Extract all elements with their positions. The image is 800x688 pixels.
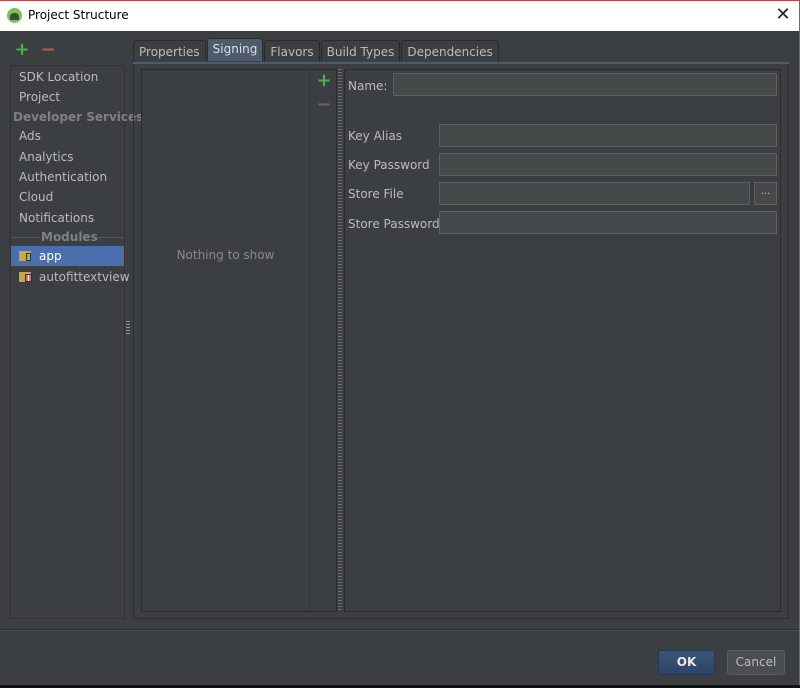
tab-properties[interactable]: Properties <box>133 40 206 62</box>
close-icon[interactable]: ✕ <box>772 5 794 27</box>
tab-dependencies[interactable]: Dependencies <box>401 40 499 62</box>
key-alias-input[interactable] <box>439 124 777 147</box>
developer-services-header: Developer Services <box>13 110 144 124</box>
sidebar-item-analytics[interactable]: Analytics <box>11 147 124 167</box>
sidebar-item-project[interactable]: Project <box>11 87 124 107</box>
sidebar-splitter-handle[interactable] <box>126 321 130 335</box>
sidebar-item-cloud[interactable]: Cloud <box>11 187 124 207</box>
module-label: autofittextview <box>39 270 130 284</box>
signing-config-list[interactable]: Nothing to show + − <box>141 69 337 612</box>
add-icon[interactable]: + <box>14 41 30 60</box>
name-label: Name: <box>348 79 388 93</box>
tab-signing[interactable]: Signing <box>206 38 264 61</box>
sidebar-item-notifications[interactable]: Notifications <box>11 208 124 228</box>
store-file-input[interactable] <box>439 182 750 205</box>
ok-button[interactable]: OK <box>658 650 715 675</box>
key-password-label: Key Password <box>348 158 430 172</box>
footer-divider <box>0 629 799 631</box>
modules-header: Modules <box>41 230 98 244</box>
sidebar-item-ads[interactable]: Ads <box>11 126 124 146</box>
module-tabs: Properties Signing Flavors Build Types D… <box>133 38 500 62</box>
tab-build-types[interactable]: Build Types <box>320 40 401 62</box>
module-label: app <box>39 249 62 263</box>
sidebar-item-module-autofittextview[interactable]: autofittextview <box>11 267 130 287</box>
store-password-input[interactable] <box>439 211 777 234</box>
remove-icon[interactable]: − <box>40 41 56 60</box>
android-module-icon <box>19 250 33 262</box>
cancel-button[interactable]: Cancel <box>727 650 785 675</box>
modules-separator: Modules <box>11 227 124 247</box>
sidebar-item-sdk-location[interactable]: SDK Location <box>11 67 124 87</box>
project-structure-dialog: Project Structure ✕ + − SDK Location Pro… <box>0 0 800 688</box>
panel-splitter-handle[interactable] <box>338 69 342 612</box>
tab-flavors[interactable]: Flavors <box>264 40 320 62</box>
store-file-label: Store File <box>348 187 404 201</box>
signing-form-panel <box>344 69 781 612</box>
separator-line <box>11 237 39 238</box>
android-studio-icon <box>7 8 22 23</box>
key-alias-label: Key Alias <box>348 129 403 143</box>
remove-signing-config-icon[interactable]: − <box>314 96 334 114</box>
sidebar: SDK Location Project Developer Services … <box>10 65 143 619</box>
sidebar-item-module-app[interactable]: app <box>11 246 124 266</box>
sidebar-toolbar: + − <box>14 41 56 60</box>
library-module-icon <box>19 271 33 283</box>
empty-list-text: Nothing to show <box>176 248 275 262</box>
separator-line <box>97 237 124 238</box>
add-signing-config-icon[interactable]: + <box>314 72 334 90</box>
window-title: Project Structure <box>28 8 129 22</box>
name-input[interactable] <box>393 73 777 96</box>
key-password-input[interactable] <box>439 153 777 176</box>
list-toolbar-divider <box>309 70 310 611</box>
browse-store-file-button[interactable]: ... <box>754 182 777 205</box>
store-password-label: Store Password <box>348 217 440 231</box>
title-bar: Project Structure ✕ <box>0 1 799 31</box>
sidebar-item-authentication[interactable]: Authentication <box>11 167 124 187</box>
